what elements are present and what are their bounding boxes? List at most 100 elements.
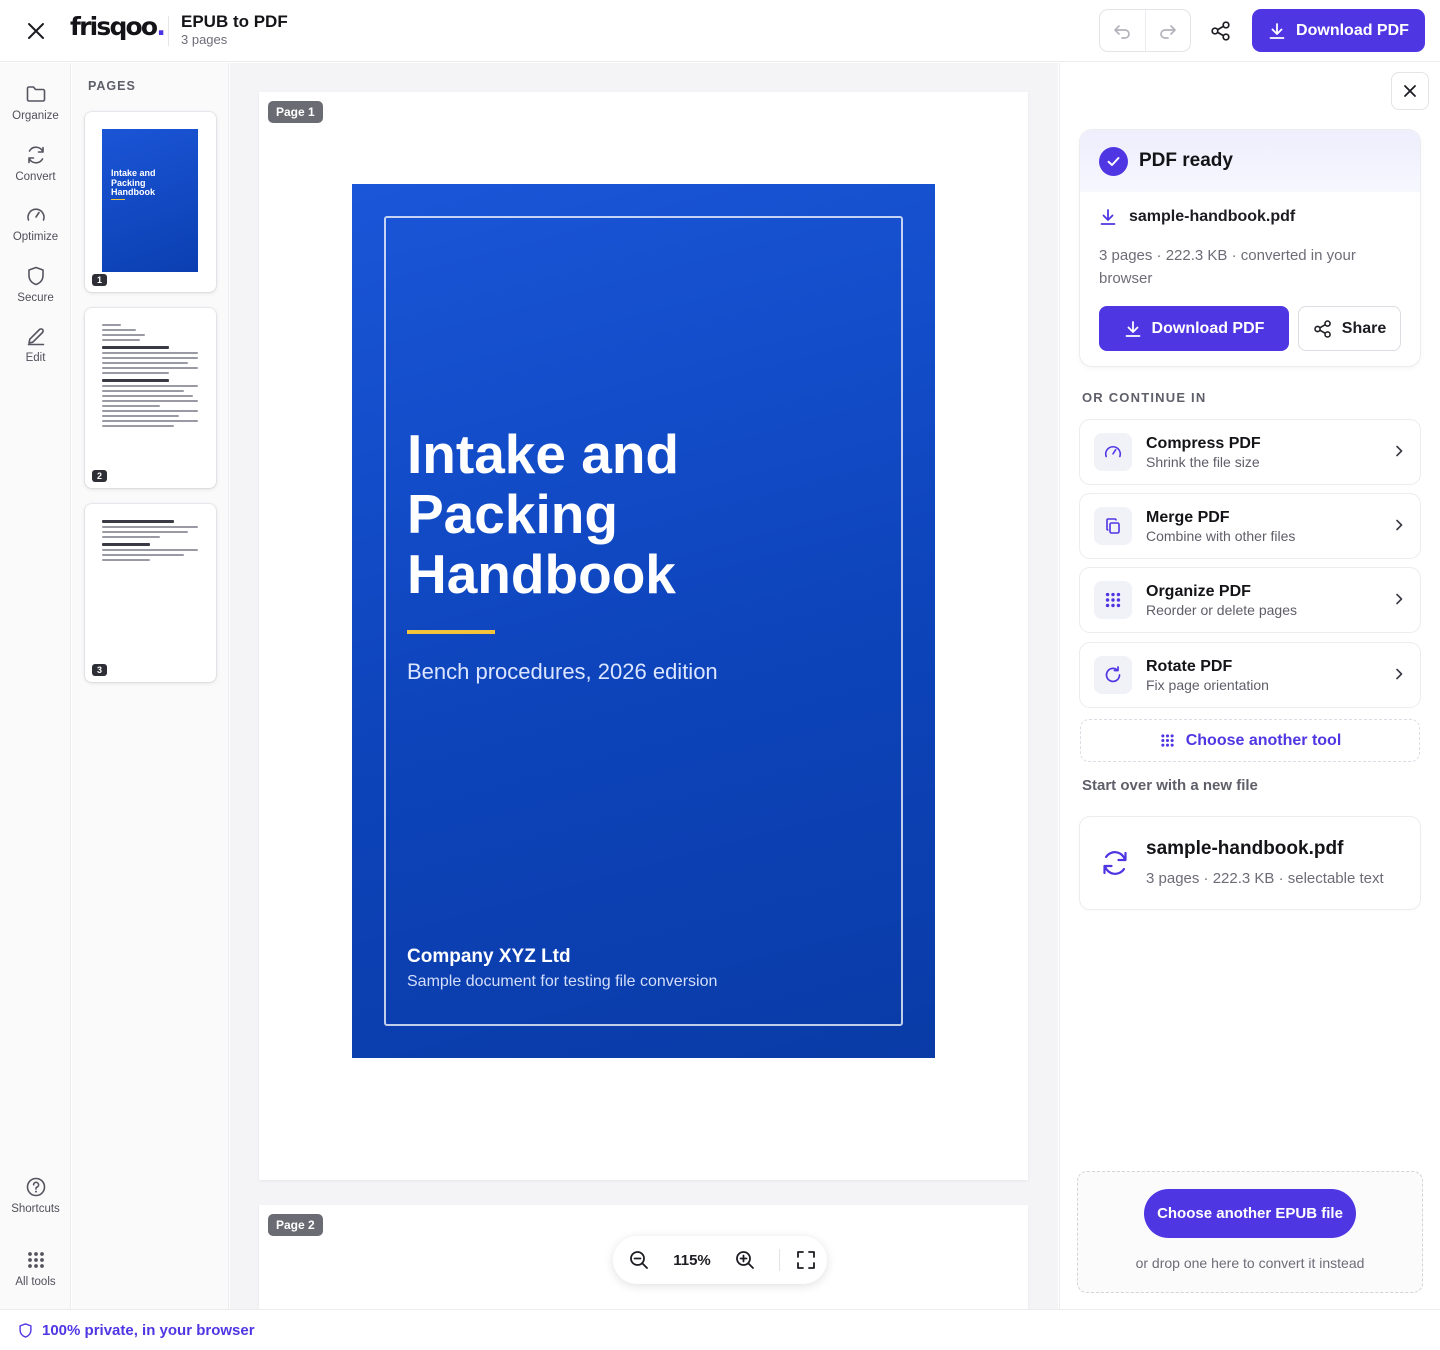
chevron-right-icon xyxy=(1396,593,1403,605)
top-bar: frisqoo. EPUB to PDF 3 pages Download PD… xyxy=(0,0,1440,62)
rail-label: Secure xyxy=(17,292,54,304)
tool-name: Organize PDF xyxy=(1146,583,1251,600)
zoom-controls: 115% xyxy=(613,1236,827,1284)
output-file-meta: 3 pages · 222.3 KB · converted in your b… xyxy=(1099,247,1356,287)
choose-another-tool-button[interactable]: Choose another tool xyxy=(1080,719,1420,762)
reconvert-icon xyxy=(1103,851,1127,875)
privacy-footer: 100% private, in your browser xyxy=(0,1309,1440,1350)
file-drop-zone[interactable]: Choose another EPUB file or drop one her… xyxy=(1077,1171,1423,1293)
chevron-right-icon xyxy=(1396,445,1403,457)
rail-item-secure[interactable]: Secure xyxy=(0,265,71,304)
page-1: Page 1 Intake and Packing Handbook Bench… xyxy=(259,92,1028,1180)
page-number-badge: 3 xyxy=(92,664,108,676)
shield-icon xyxy=(27,266,44,286)
rail-label: Edit xyxy=(25,352,46,364)
zoom-out-icon xyxy=(630,1251,648,1269)
cover-page: Intake and Packing Handbook Bench proced… xyxy=(352,184,935,1058)
drop-hint: or drop one here to convert it instead xyxy=(1135,1255,1365,1271)
document-page-count: 3 pages xyxy=(181,32,228,47)
continue-section-heading: OR CONTINUE IN xyxy=(1082,390,1207,405)
share-icon xyxy=(1313,319,1331,338)
share-file-button[interactable]: Share xyxy=(1298,306,1401,351)
pdf-ready-card: PDF ready sample-handbook.pdf 3 pages · … xyxy=(1080,130,1420,366)
rail-label: Organize xyxy=(12,110,59,122)
privacy-note: 100% private, in your browser xyxy=(42,1321,255,1339)
close-panel-button[interactable] xyxy=(1391,72,1429,110)
logo[interactable]: frisqoo. xyxy=(70,12,166,41)
document-canvas[interactable]: Page 1 Intake and Packing Handbook Bench… xyxy=(230,63,1058,1309)
cover-company: Company XYZ Ltd xyxy=(407,946,571,967)
tool-name: Compress PDF xyxy=(1146,435,1261,452)
start-over-heading: Start over with a new file xyxy=(1082,777,1258,794)
history-controls xyxy=(1099,9,1191,52)
tool-name: Rotate PDF xyxy=(1146,658,1233,675)
page-thumbnail-1[interactable]: Intake and Packing Handbook 1 xyxy=(85,112,216,292)
rail-item-edit[interactable]: Edit xyxy=(0,325,71,364)
close-icon xyxy=(28,23,44,39)
zoom-out-button[interactable] xyxy=(613,1249,665,1271)
recent-file-name: sample-handbook.pdf xyxy=(1146,838,1344,859)
thumbnail-text-preview xyxy=(102,520,198,564)
choose-epub-file-button[interactable]: Choose another EPUB file xyxy=(1144,1189,1356,1238)
check-icon xyxy=(1099,146,1128,176)
choose-another-tool-label: Choose another tool xyxy=(1185,731,1342,749)
tool-rotate-pdf[interactable]: Rotate PDF Fix page orientation xyxy=(1080,643,1420,707)
shield-icon xyxy=(19,1322,32,1338)
undo-button[interactable] xyxy=(1100,10,1145,51)
thumbnail-cover-title: Intake and Packing Handbook xyxy=(111,168,156,198)
download-pdf-label: Download PDF xyxy=(1151,319,1265,337)
rail-label: All tools xyxy=(15,1276,56,1288)
rotate-icon xyxy=(1094,656,1132,694)
tool-organize-pdf[interactable]: Organize PDF Reorder or delete pages xyxy=(1080,568,1420,632)
gauge-icon xyxy=(26,208,45,221)
cover-subtitle: Bench procedures, 2026 edition xyxy=(407,659,718,684)
share-button[interactable] xyxy=(1203,13,1239,49)
grid-icon xyxy=(1161,734,1174,747)
redo-icon xyxy=(1159,24,1176,39)
close-editor-button[interactable] xyxy=(20,15,52,47)
redo-button[interactable] xyxy=(1144,10,1191,51)
fit-screen-button[interactable] xyxy=(788,1249,824,1271)
document-title: EPUB to PDF xyxy=(181,12,288,31)
page-tag: Page 2 xyxy=(268,1214,323,1236)
tool-compress-pdf[interactable]: Compress PDF Shrink the file size xyxy=(1080,420,1420,484)
zoom-in-icon xyxy=(736,1251,754,1269)
pages-panel: PAGES Intake and Packing Handbook 1 2 3 xyxy=(72,63,229,1309)
chevron-right-icon xyxy=(1396,519,1403,531)
cover-title: Intake and Packing Handbook xyxy=(407,423,680,605)
page-tag: Page 1 xyxy=(268,101,323,123)
tool-description: Reorder or delete pages xyxy=(1146,602,1297,618)
rail-item-all-tools[interactable]: All tools xyxy=(0,1249,71,1288)
download-icon xyxy=(1100,209,1116,225)
rail-item-convert[interactable]: Convert xyxy=(0,144,71,183)
tool-description: Shrink the file size xyxy=(1146,454,1260,470)
folder-icon xyxy=(26,86,45,102)
cover-note: Sample document for testing file convers… xyxy=(407,973,718,990)
zoom-in-button[interactable] xyxy=(719,1249,771,1271)
download-pdf-button-large[interactable]: Download PDF xyxy=(1099,306,1289,351)
page-thumbnail-3[interactable]: 3 xyxy=(85,504,216,682)
tool-name: Merge PDF xyxy=(1146,509,1230,526)
tool-description: Fix page orientation xyxy=(1146,677,1269,693)
page-thumbnail-2[interactable]: 2 xyxy=(85,308,216,488)
recent-file-card[interactable]: sample-handbook.pdf 3 pages · 222.3 KB ·… xyxy=(1080,817,1420,909)
rail-item-optimize[interactable]: Optimize xyxy=(0,204,71,243)
download-pdf-button[interactable]: Download PDF xyxy=(1252,9,1425,52)
grid-icon xyxy=(27,1252,44,1268)
help-icon xyxy=(26,1177,45,1197)
result-panel: PDF ready sample-handbook.pdf 3 pages · … xyxy=(1059,63,1440,1309)
chevron-right-icon xyxy=(1396,668,1403,680)
rail-item-shortcuts[interactable]: Shortcuts xyxy=(0,1176,71,1215)
recent-file-meta: 3 pages · 222.3 KB · selectable text xyxy=(1146,870,1384,887)
page-number-badge: 1 xyxy=(92,274,108,286)
rail-item-organize[interactable]: Organize xyxy=(0,83,71,122)
tool-merge-pdf[interactable]: Merge PDF Combine with other files xyxy=(1080,494,1420,558)
fullscreen-icon xyxy=(797,1251,815,1269)
rail-label: Optimize xyxy=(12,231,59,243)
undo-icon xyxy=(1114,24,1131,39)
rail-label: Convert xyxy=(15,171,56,183)
gauge-icon xyxy=(1094,433,1132,471)
thumbnail-cover-rule xyxy=(111,199,125,200)
output-file-name: sample-handbook.pdf xyxy=(1129,208,1296,225)
pdf-ready-title: PDF ready xyxy=(1139,150,1233,171)
